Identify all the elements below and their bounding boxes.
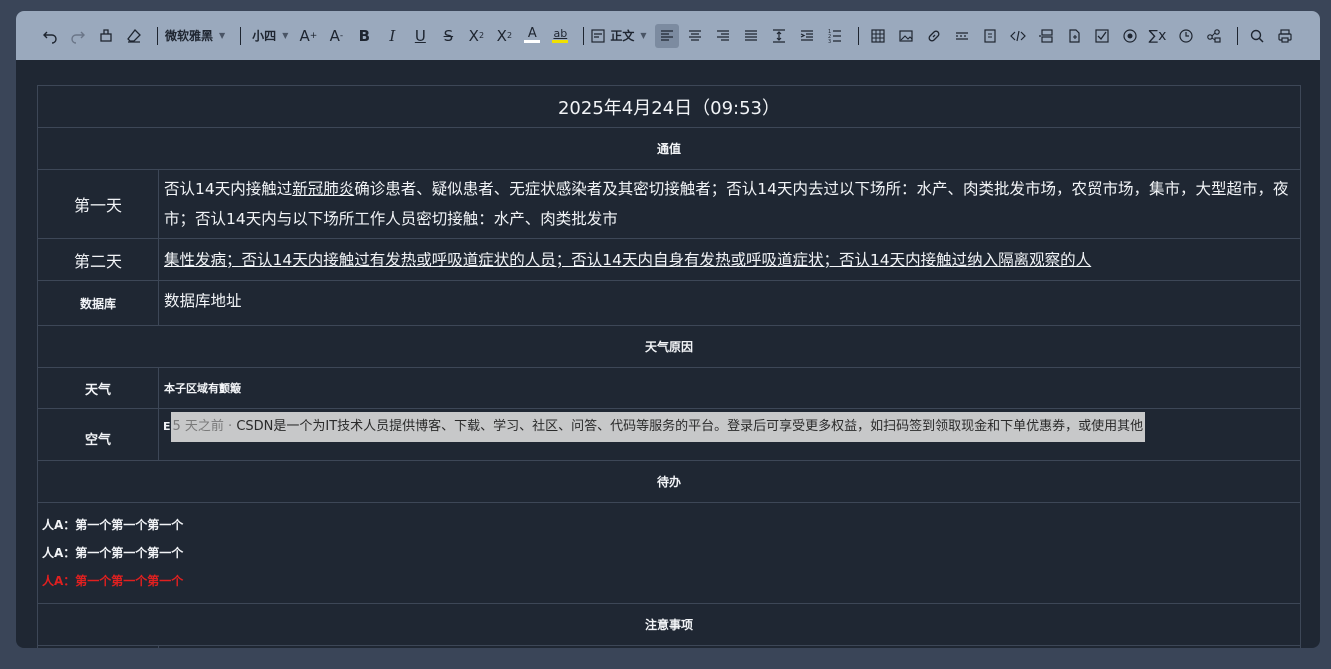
table-row: 天气 本子区域有颤簸 (37, 367, 1301, 409)
align-center-icon[interactable] (683, 24, 707, 48)
day2-text-underlined: 集性发病；否认14天内接触过有发热或呼吸道症状的人员；否认14天内自身有发热或呼… (164, 250, 1092, 269)
table-row: 通值 (37, 127, 1301, 170)
table-row: 第一天 否认14天内接触过新冠肺炎确诊患者、疑似患者、无症状感染者及其密切接触者… (37, 169, 1301, 239)
search-icon[interactable] (1245, 24, 1269, 48)
editor-content[interactable]: 2025年4月24日（09:53） 通值 第一天 否认14天内接触过新冠肺炎确诊… (16, 60, 1320, 648)
print-icon[interactable] (1273, 24, 1297, 48)
undo-icon[interactable] (38, 24, 62, 48)
format-painter-icon[interactable] (94, 24, 118, 48)
database-value-text: 数据库地址 (164, 292, 242, 310)
day1-text[interactable]: 否认14天内接触过新冠肺炎确诊患者、疑似患者、无症状感染者及其密切接触者；否认1… (158, 169, 1301, 239)
paragraph-style-value: 正文 (610, 29, 635, 43)
todo-item[interactable]: 人A：第一个第一个第一个 (42, 539, 1300, 567)
document-title[interactable]: 2025年4月24日（09:53） (37, 85, 1301, 128)
align-right-icon[interactable] (711, 24, 735, 48)
latex-icon[interactable]: ∑x (1146, 24, 1170, 48)
database-value[interactable]: 数据库地址 (158, 280, 1301, 326)
block-icon[interactable] (1202, 24, 1226, 48)
air-value[interactable]: E5 天之前 · CSDN是一个为IT技术人员提供博客、下载、学习、社区、问答、… (158, 408, 1301, 461)
toolbar-divider (857, 26, 859, 45)
checkbox-icon[interactable] (1090, 24, 1114, 48)
toolbar: 微软雅黑 ▼ 小四 ▼ A + A- B I U S X2 X2 A ab 正文 ▼ 1… (16, 11, 1320, 60)
table-row: 注意事项 (37, 603, 1301, 646)
page-break-icon[interactable] (1034, 24, 1058, 48)
align-left-icon[interactable] (654, 23, 679, 48)
superscript-icon[interactable]: X2 (464, 24, 488, 48)
toolbar-divider (157, 26, 158, 45)
weather-label[interactable]: 天气 (37, 367, 159, 409)
section-header-todo[interactable]: 待办 (37, 460, 1301, 503)
clear-format-icon[interactable] (122, 24, 146, 48)
code-icon[interactable] (1006, 24, 1030, 48)
day1-text-underlined: 新冠肺炎 (292, 180, 355, 198)
day2-label[interactable]: 第二天 (37, 238, 159, 281)
air-meta: 5 天之前 · (172, 419, 237, 434)
italic-icon[interactable]: I (380, 24, 404, 48)
empty-cell[interactable] (37, 645, 159, 648)
table-row: 空气 E5 天之前 · CSDN是一个为IT技术人员提供博客、下载、学习、社区、… (37, 408, 1301, 461)
radio-icon[interactable] (1118, 24, 1142, 48)
day2-text[interactable]: 集性发病；否认14天内接触过有发热或呼吸道症状的人员；否认14天内自身有发热或呼… (158, 238, 1301, 281)
table-row: 人A：第一个第一个第一个 人A：第一个第一个第一个 人A：第一个第一个第一个 (37, 502, 1301, 604)
database-label[interactable]: 数据库 (37, 280, 159, 326)
bold-icon[interactable]: B (352, 24, 376, 48)
toolbar-divider (1236, 26, 1238, 45)
chevron-down-icon: ▼ (282, 31, 289, 40)
air-label[interactable]: 空气 (37, 408, 159, 461)
watermark-icon[interactable] (978, 24, 1002, 48)
link-icon[interactable] (922, 24, 946, 48)
list-icon[interactable]: 123 (823, 24, 847, 48)
weather-value[interactable]: 本子区域有颤簸 (158, 367, 1301, 409)
air-prefix: E (163, 420, 171, 433)
decrease-font-icon[interactable]: A- (324, 24, 348, 48)
line-height-icon[interactable] (767, 24, 791, 48)
editor-window: 微软雅黑 ▼ 小四 ▼ A + A- B I U S X2 X2 A ab 正文 ▼ 1… (16, 11, 1320, 648)
toolbar-divider (240, 26, 242, 45)
svg-text:3: 3 (828, 39, 831, 44)
chevron-down-icon: ▼ (219, 31, 226, 40)
redo-icon[interactable] (66, 24, 90, 48)
air-text: CSDN是一个为IT技术人员提供博客、下载、学习、社区、问答、代码等服务的平台。… (236, 419, 1144, 434)
section-header-notes[interactable]: 注意事项 (37, 603, 1301, 646)
strikethrough-icon[interactable]: S (436, 24, 460, 48)
day1-text-pre: 否认14天内接触过 (164, 180, 293, 198)
selected-text[interactable]: 5 天之前 · CSDN是一个为IT技术人员提供博客、下载、学习、社区、问答、代… (170, 412, 1146, 442)
table-row: 第二天 集性发病；否认14天内接触过有发热或呼吸道症状的人员；否认14天内自身有… (37, 238, 1301, 281)
image-icon[interactable] (894, 24, 918, 48)
increase-font-icon[interactable]: A + (296, 24, 320, 48)
table-row: 2025年4月24日（09:53） (37, 85, 1301, 128)
underline-icon[interactable]: U (408, 24, 432, 48)
font-size-dropdown[interactable]: 小四 ▼ (252, 27, 288, 44)
subscript-icon[interactable]: X2 (492, 24, 516, 48)
table-row: 待办 (37, 460, 1301, 503)
document-table: 2025年4月24日（09:53） 通值 第一天 否认14天内接触过新冠肺炎确诊… (37, 85, 1301, 648)
todo-item-red[interactable]: 人A：第一个第一个第一个 (42, 567, 1300, 595)
font-size-value: 小四 (252, 29, 277, 43)
justify-icon[interactable] (739, 24, 763, 48)
todo-item[interactable]: 人A：第一个第一个第一个 (42, 511, 1300, 539)
table-row: 数据库 数据库地址 (37, 280, 1301, 326)
font-family-dropdown[interactable]: 微软雅黑 ▼ (165, 27, 225, 44)
table-row (37, 645, 1301, 648)
control-icon[interactable] (1062, 24, 1086, 48)
todo-list[interactable]: 人A：第一个第一个第一个 人A：第一个第一个第一个 人A：第一个第一个第一个 (37, 502, 1301, 604)
paragraph-style-dropdown[interactable]: 正文 ▼ (591, 27, 647, 44)
separator-icon[interactable] (950, 24, 974, 48)
section-header-tongzhi[interactable]: 通值 (37, 127, 1301, 170)
chevron-down-icon: ▼ (640, 31, 647, 40)
empty-cell[interactable] (158, 645, 1301, 648)
date-icon[interactable] (1174, 24, 1198, 48)
font-family-value: 微软雅黑 (165, 29, 214, 43)
section-header-weather[interactable]: 天气原因 (37, 325, 1301, 368)
toolbar-divider (583, 26, 585, 45)
table-icon[interactable] (866, 24, 890, 48)
day1-label[interactable]: 第一天 (37, 169, 159, 239)
indent-icon[interactable] (795, 24, 819, 48)
highlight-icon[interactable]: ab (548, 24, 572, 48)
table-row: 天气原因 (37, 325, 1301, 368)
font-color-icon[interactable]: A (520, 24, 544, 48)
